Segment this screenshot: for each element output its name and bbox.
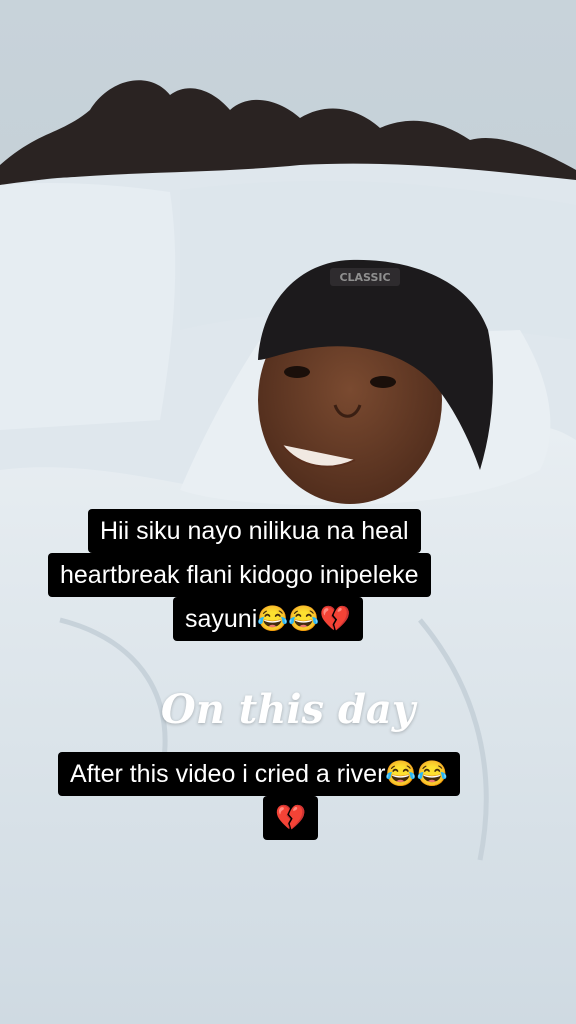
bottom-caption-line-2: 💔 [263,796,319,840]
bottom-caption-line-1: After this video i cried a river😂😂 [58,752,460,796]
top-caption-line-3: sayuni😂😂💔 [173,597,363,641]
top-caption-line-2: heartbreak flani kidogo inipeleke [48,553,431,597]
on-this-day-title: On this day [160,686,416,733]
beanie-label: CLASSIC [339,271,390,284]
top-caption-line-1: Hii siku nayo nilikua na heal [88,509,421,553]
